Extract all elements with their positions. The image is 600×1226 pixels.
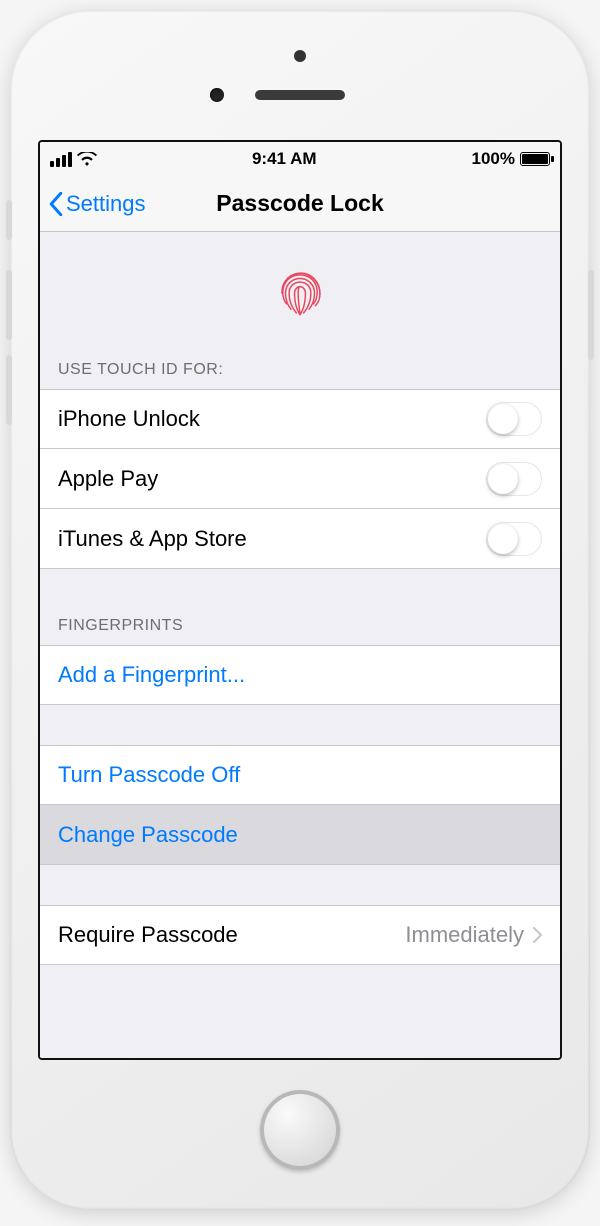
require-passcode-row[interactable]: Require Passcode Immediately <box>40 905 560 965</box>
spacer <box>40 865 560 905</box>
row-label: iPhone Unlock <box>58 406 200 432</box>
require-passcode-value: Immediately <box>405 922 524 948</box>
toggle-itunes-appstore[interactable] <box>486 522 542 556</box>
back-label: Settings <box>66 191 146 217</box>
row-itunes-appstore: iTunes & App Store <box>40 509 560 569</box>
add-fingerprint-button[interactable]: Add a Fingerprint... <box>40 645 560 705</box>
row-iphone-unlock: iPhone Unlock <box>40 389 560 449</box>
toggle-iphone-unlock[interactable] <box>486 402 542 436</box>
chevron-right-icon <box>532 927 542 943</box>
row-label: Apple Pay <box>58 466 158 492</box>
row-label: Add a Fingerprint... <box>58 662 245 688</box>
front-camera <box>210 88 224 102</box>
status-time: 9:41 AM <box>252 149 317 169</box>
turn-passcode-off-button[interactable]: Turn Passcode Off <box>40 745 560 805</box>
home-button[interactable] <box>260 1090 340 1170</box>
device-frame: 9:41 AM 100% Settings Passcode Lock <box>10 10 590 1210</box>
row-apple-pay: Apple Pay <box>40 449 560 509</box>
fingerprint-icon <box>271 264 329 322</box>
battery-icon <box>520 152 550 166</box>
section-header-touchid: USE TOUCH ID FOR: <box>40 353 560 389</box>
earpiece-speaker <box>255 90 345 100</box>
toggle-apple-pay[interactable] <box>486 462 542 496</box>
section-header-fingerprints: FINGERPRINTS <box>40 609 560 645</box>
mute-switch <box>6 200 12 240</box>
touchid-group: iPhone Unlock Apple Pay iTunes & App Sto… <box>40 389 560 569</box>
content-scroll[interactable]: USE TOUCH ID FOR: iPhone Unlock Apple Pa… <box>40 232 560 1058</box>
screen: 9:41 AM 100% Settings Passcode Lock <box>38 140 562 1060</box>
row-label: Require Passcode <box>58 922 238 948</box>
change-passcode-button[interactable]: Change Passcode <box>40 805 560 865</box>
spacer <box>40 705 560 745</box>
chevron-left-icon <box>48 192 64 216</box>
page-title: Passcode Lock <box>216 190 383 217</box>
wifi-icon <box>77 152 97 166</box>
row-label: Change Passcode <box>58 822 238 848</box>
spacer <box>40 569 560 609</box>
row-label: Turn Passcode Off <box>58 762 240 788</box>
nav-bar: Settings Passcode Lock <box>40 176 560 232</box>
power-button <box>588 270 594 360</box>
volume-down-button <box>6 355 12 425</box>
battery-percent: 100% <box>472 149 515 169</box>
volume-up-button <box>6 270 12 340</box>
spacer <box>40 965 560 991</box>
cellular-signal-icon <box>50 152 72 167</box>
row-label: iTunes & App Store <box>58 526 247 552</box>
proximity-sensor <box>294 50 306 62</box>
touchid-hero <box>40 232 560 353</box>
status-bar: 9:41 AM 100% <box>40 142 560 176</box>
back-button[interactable]: Settings <box>40 191 146 217</box>
